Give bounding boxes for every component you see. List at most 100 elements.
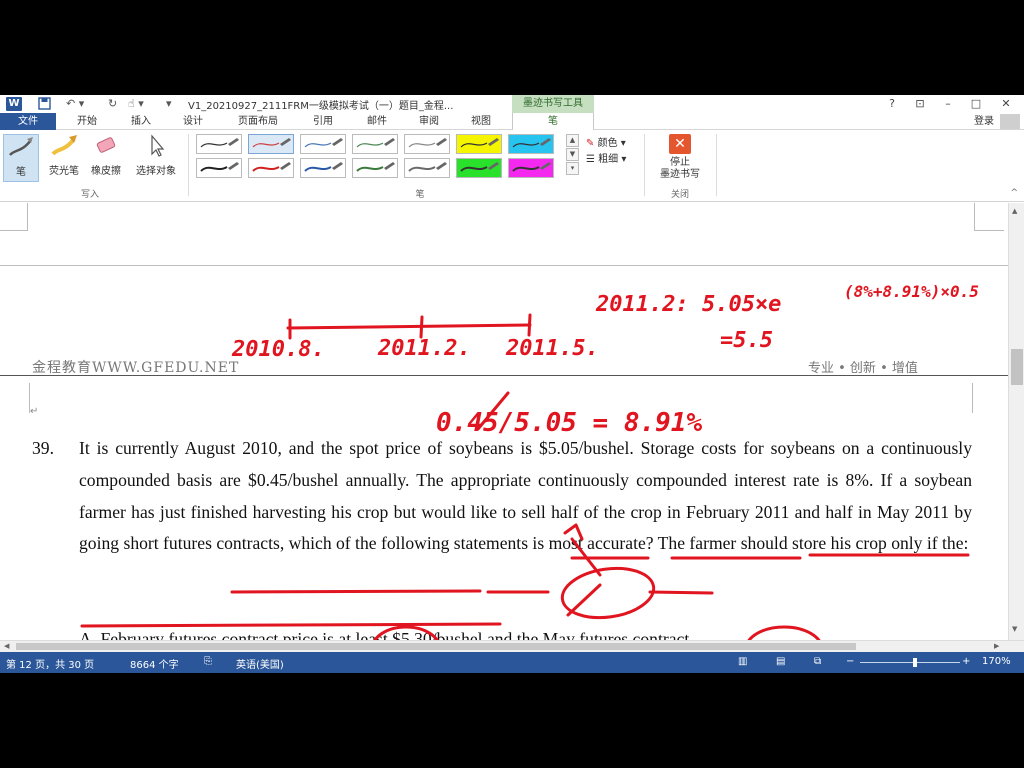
customize-qat-icon[interactable]: ▾ <box>166 97 172 111</box>
tab-design[interactable]: 设计 <box>168 113 218 130</box>
maximize-button[interactable]: □ <box>966 97 986 110</box>
tab-insert[interactable]: 插入 <box>116 113 166 130</box>
timeline-line <box>286 323 532 330</box>
zoom-slider[interactable] <box>860 658 960 667</box>
tab-layout[interactable]: 页面布局 <box>228 113 288 130</box>
pen-swatch[interactable] <box>508 158 554 178</box>
question-number: 39. <box>32 438 54 458</box>
pens-group-label: 笔 <box>415 190 425 200</box>
pen-weight-dropdown[interactable]: ☰ 粗细 ▾ <box>586 150 626 165</box>
tab-pen[interactable]: 笔 <box>512 113 594 131</box>
eraser-tool-button[interactable]: 橡皮擦 <box>86 134 126 177</box>
minimize-button[interactable]: – <box>938 97 958 110</box>
page-count[interactable]: 第 12 页，共 30 页 <box>6 656 94 671</box>
word-count[interactable]: 8664 个字 <box>130 656 179 671</box>
save-icon[interactable] <box>38 97 51 111</box>
title-bar: W ↶ ▾ ↻ ☝ ▾ ▾ V1_20210927_2111FRM一级模拟考试（… <box>0 95 1024 113</box>
pen-icon <box>6 135 36 161</box>
vertical-scrollbar[interactable]: ▲ ▼ <box>1008 203 1024 640</box>
tab-view[interactable]: 视图 <box>456 113 506 130</box>
pen-color-icon: ✎ <box>586 138 595 149</box>
margin-corner-mark <box>974 203 1004 231</box>
question-text[interactable]: It is currently August 2010, and the spo… <box>79 433 972 560</box>
tab-file[interactable]: 文件 <box>0 113 56 130</box>
word-app-icon[interactable]: W <box>6 97 22 111</box>
avatar[interactable] <box>1000 114 1020 129</box>
hscrollbar-thumb[interactable] <box>16 643 856 650</box>
scroll-left-icon[interactable]: ◀ <box>4 642 9 650</box>
scroll-down-icon[interactable]: ▼ <box>1012 625 1017 633</box>
ink-calc-line-2: =5.5 <box>720 328 773 353</box>
collapse-ribbon-icon[interactable]: ^ <box>1010 188 1018 198</box>
select-objects-label: 选择对象 <box>136 166 176 177</box>
help-icon[interactable]: ? <box>882 97 902 110</box>
zoom-out-icon[interactable]: − <box>846 656 854 667</box>
pen-swatch[interactable] <box>404 134 450 154</box>
tab-mailings[interactable]: 邮件 <box>352 113 402 130</box>
read-mode-icon[interactable]: ▥ <box>738 656 747 667</box>
ribbon-display-options-icon[interactable]: ⊡ <box>910 97 930 110</box>
undo-icon[interactable]: ↶ ▾ <box>66 97 84 111</box>
pen-swatch[interactable] <box>352 158 398 178</box>
group-divider <box>188 134 189 196</box>
pen-color-dropdown[interactable]: ✎ 颜色 ▾ <box>586 134 626 149</box>
document-canvas[interactable]: 金程教育WWW.GFEDU.NET 专业 • 创新 • 增值 ↵ 39. It … <box>0 203 1008 640</box>
group-divider <box>716 134 717 196</box>
timeline-label-2: 2011.2. <box>377 336 471 361</box>
ribbon: 笔 荧光笔 橡皮擦 选择对象 写入 ▲ ▼ ▾ ✎ 颜色 ▾ ☰ 粗细 ▾ 笔 … <box>0 130 1024 202</box>
margin-corner-mark <box>972 383 1002 413</box>
scroll-right-icon[interactable]: ▶ <box>994 642 999 650</box>
circle-ink <box>560 566 656 620</box>
tab-home[interactable]: 开始 <box>62 113 112 130</box>
zoom-slider-thumb[interactable] <box>913 658 917 667</box>
language-indicator[interactable]: 英语(美国) <box>236 656 284 671</box>
zoom-level[interactable]: 170% <box>982 656 1011 667</box>
horizontal-scrollbar[interactable]: ◀ ▶ <box>0 640 1024 652</box>
pen-swatch[interactable] <box>248 134 294 154</box>
pen-swatch[interactable] <box>300 134 346 154</box>
pen-swatch[interactable] <box>300 158 346 178</box>
pen-swatch[interactable] <box>456 158 502 178</box>
touch-mode-icon[interactable]: ☝ ▾ <box>128 97 144 111</box>
web-layout-icon[interactable]: ⧉ <box>814 656 821 667</box>
close-button[interactable]: ✕ <box>996 97 1016 110</box>
pen-swatch[interactable] <box>404 158 450 178</box>
gallery-more-icon[interactable]: ▾ <box>566 162 579 175</box>
highlighter-tool-button[interactable]: 荧光笔 <box>44 134 84 177</box>
close-group-label: 关闭 <box>670 190 689 200</box>
tab-references[interactable]: 引用 <box>298 113 348 130</box>
pen-swatch[interactable] <box>248 158 294 178</box>
pen-weight-label: 粗细 <box>598 154 619 165</box>
ribbon-tabs: 文件 开始 插入 设计 页面布局 引用 邮件 审阅 视图 笔 登录 <box>0 113 1024 131</box>
pen-swatch[interactable] <box>508 134 554 154</box>
redo-icon[interactable]: ↻ <box>108 97 117 111</box>
eraser-tool-label: 橡皮擦 <box>91 166 121 177</box>
select-objects-button[interactable]: 选择对象 <box>132 134 180 177</box>
arrow-ink <box>566 583 602 617</box>
scrollbar-thumb[interactable] <box>1011 349 1023 385</box>
sign-in-link[interactable]: 登录 <box>974 113 994 130</box>
highlighter-icon <box>49 134 79 160</box>
gallery-scroll-down-icon[interactable]: ▼ <box>566 148 579 161</box>
proofing-icon[interactable]: ⎘ <box>204 656 212 667</box>
print-layout-icon[interactable]: ▤ <box>776 656 785 667</box>
tab-review[interactable]: 审阅 <box>404 113 454 130</box>
pen-swatch[interactable] <box>352 134 398 154</box>
underline-ink <box>230 589 482 594</box>
header-rule <box>0 375 1008 376</box>
pen-swatch[interactable] <box>456 134 502 154</box>
stop-inking-button[interactable]: ✕ 停止 墨迹书写 <box>650 134 710 181</box>
stop-inking-label-1: 停止 <box>670 157 690 168</box>
pen-swatch[interactable] <box>196 158 242 178</box>
header-right-text: 专业 • 创新 • 增值 <box>808 361 918 376</box>
pen-swatch[interactable] <box>196 134 242 154</box>
scroll-up-icon[interactable]: ▲ <box>1012 207 1017 215</box>
option-a[interactable]: A. February futures contract price is at… <box>79 624 972 640</box>
pen-color-label: 颜色 <box>597 138 618 149</box>
write-group-label: 写入 <box>80 190 99 200</box>
gallery-scroll-up-icon[interactable]: ▲ <box>566 134 579 147</box>
header-left-text: 金程教育WWW.GFEDU.NET <box>32 360 240 376</box>
zoom-in-icon[interactable]: + <box>962 656 970 667</box>
pen-weight-icon: ☰ <box>586 154 595 165</box>
pen-tool-button[interactable]: 笔 <box>3 134 39 182</box>
